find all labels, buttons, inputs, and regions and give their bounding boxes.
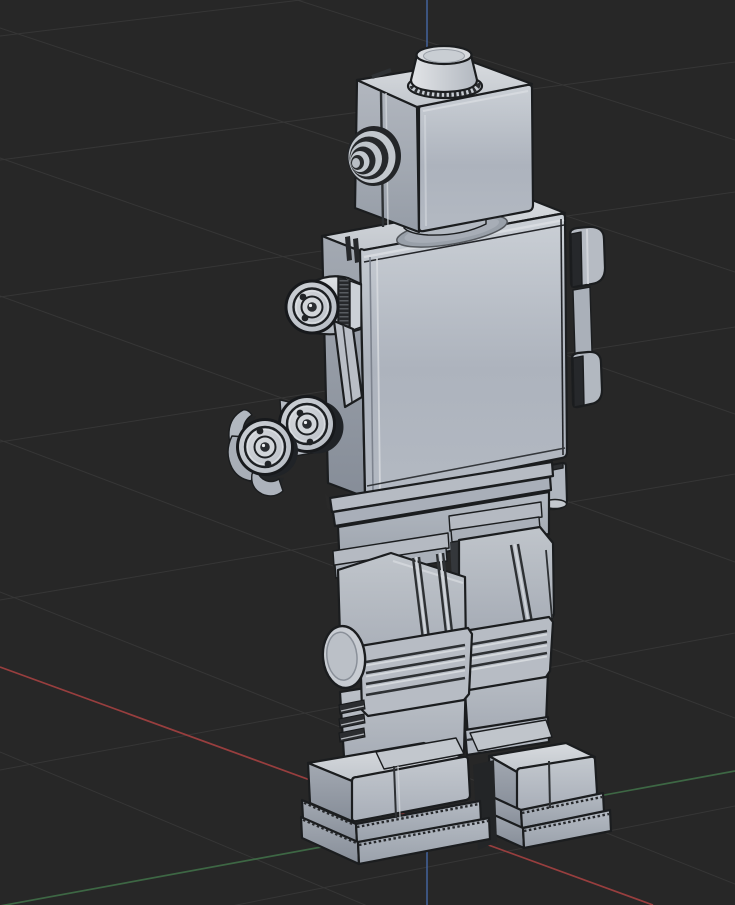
antenna-knob <box>406 44 484 100</box>
disc-bolt-hole <box>296 409 304 417</box>
far-shoulder-ring-highlight <box>586 228 589 285</box>
head-back-panel <box>417 83 535 233</box>
disc-bolt-hole <box>256 427 264 435</box>
disc-bolt-hole <box>299 293 307 301</box>
viewport-3d[interactable] <box>0 0 735 905</box>
ear-coil-disc <box>347 126 401 186</box>
disc-specular <box>303 420 308 425</box>
wrist-disc <box>236 418 294 476</box>
viewport-canvas[interactable] <box>0 0 735 905</box>
leg-near-vent-slats <box>338 699 366 743</box>
far-shoulder-knurl-ring <box>570 231 583 288</box>
disc-specular <box>261 443 266 448</box>
far-elbow-knurl-ring <box>572 355 585 408</box>
shoulder-ring-light <box>349 280 362 332</box>
disc-bolt-hole <box>264 460 272 468</box>
ear-hub <box>352 158 360 168</box>
head-back-highlight <box>424 114 427 227</box>
disc-bolt-hole <box>306 438 314 446</box>
disc-center-hole <box>307 302 317 312</box>
disc-specular <box>308 303 313 308</box>
robot-head <box>347 44 535 234</box>
disc-bolt-hole <box>301 314 309 322</box>
disc-center-hole <box>302 419 312 429</box>
shoulder-disc <box>284 279 340 335</box>
antenna-knob-cap-inner <box>423 49 465 63</box>
disc-center-hole <box>260 442 270 452</box>
far-arm-strap <box>572 286 593 356</box>
foot-far-heel-seam <box>548 760 551 809</box>
